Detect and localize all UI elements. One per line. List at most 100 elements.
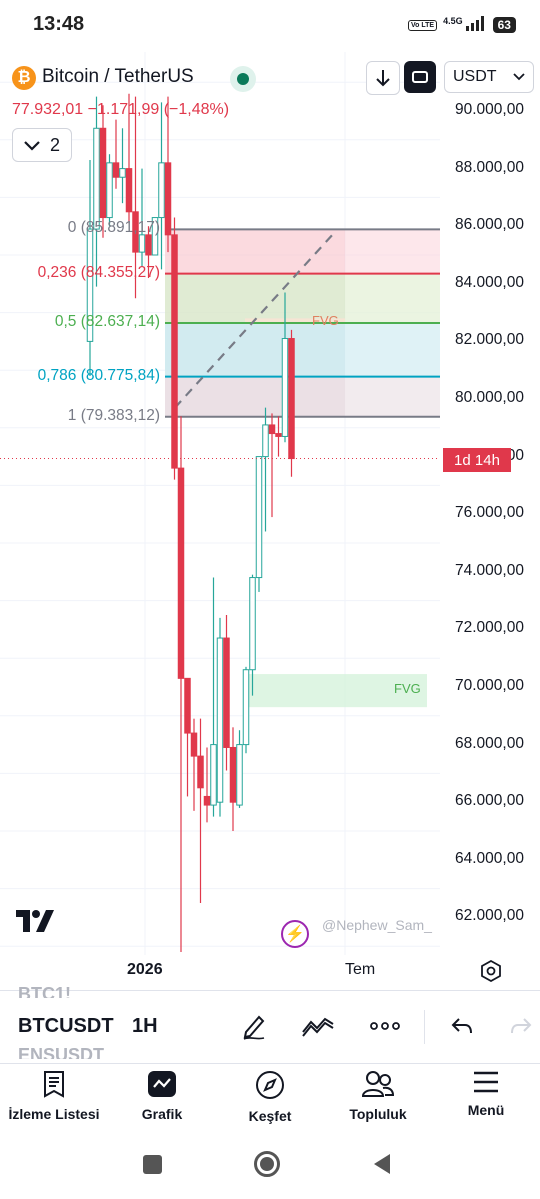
candle-body [203, 795, 211, 806]
tradingview-logo-icon[interactable] [16, 910, 58, 937]
candle-body [164, 162, 172, 236]
candle-body [106, 162, 113, 219]
price-axis-label: 90.000,00 [455, 101, 524, 118]
nav-community[interactable]: Topluluk [324, 1070, 432, 1122]
candle-body [99, 127, 107, 219]
interval-button[interactable]: 1H [132, 1015, 158, 1038]
indicator-count: 2 [49, 134, 60, 155]
fib-level-label: 1 (79.383,12) [67, 406, 160, 424]
candle [255, 456, 263, 592]
price-axis-label: 84.000,00 [455, 273, 524, 291]
fib-level-label: 0,786 (80.775,84) [37, 366, 160, 384]
undo-icon [451, 1018, 472, 1034]
fib-zone-red-ext [345, 229, 440, 274]
fib-zone-grey-ext [345, 376, 440, 417]
volte-icon: Vo LTE [408, 19, 438, 31]
nav-menu[interactable]: Menü [432, 1070, 540, 1118]
price-axis-label: 80.000,00 [455, 389, 524, 406]
fib-zone-grey [165, 376, 345, 417]
price-axis-label: 76.000,00 [455, 504, 524, 522]
x-axis-month: Tem [345, 961, 376, 978]
candle [106, 154, 113, 227]
pencil-icon [243, 1015, 265, 1040]
candle-body [197, 755, 204, 789]
nav-chart-label: Grafik [141, 1106, 183, 1122]
nav-explore[interactable]: Keşfet [216, 1070, 324, 1124]
candle-body [236, 744, 243, 806]
nav-chart[interactable]: Grafik [108, 1070, 216, 1122]
fullscreen-icon [412, 71, 428, 83]
candle-body [184, 677, 191, 734]
fib-zone-green-ext [345, 273, 440, 324]
indicators-button[interactable] [300, 1008, 336, 1044]
candle-body [177, 467, 185, 679]
symbol-next[interactable]: ENSUSDT [18, 1045, 110, 1059]
nav-watchlist-label: İzleme Listesi [8, 1106, 100, 1122]
fvg-label-upper: FVG [312, 313, 339, 328]
indicators-icon [302, 1017, 334, 1037]
candle-body [262, 424, 269, 458]
toolbar-divider [424, 1010, 425, 1044]
author-badge-icon: ⚡ [281, 920, 309, 948]
symbol-prev[interactable]: BTC1! [18, 984, 71, 998]
candle [203, 747, 211, 823]
back-button[interactable] [372, 1153, 392, 1180]
pair-title[interactable]: Bitcoin / TetherUS [42, 66, 194, 88]
nav-watchlist[interactable]: İzleme Listesi [0, 1070, 108, 1122]
candle [216, 617, 224, 817]
chevron-down-icon [513, 73, 525, 81]
drawing-tools-button[interactable] [236, 1008, 272, 1044]
candle-body [210, 744, 217, 806]
candle-body [145, 234, 152, 256]
candle [164, 96, 172, 253]
candle [268, 413, 276, 518]
candle-body [216, 637, 224, 803]
currency-value: USDT [453, 68, 497, 85]
currency-select[interactable]: USDT [444, 61, 534, 93]
recents-button[interactable] [143, 1155, 162, 1174]
candle-body [158, 162, 165, 219]
fib-level-label: 0,236 (84.355,27) [37, 263, 160, 281]
fib-level-label: 0 (85.891,17) [67, 219, 160, 237]
candle-body [125, 168, 133, 213]
undo-button[interactable] [444, 1008, 480, 1044]
candle [236, 730, 243, 808]
chart-settings-icon[interactable] [480, 959, 502, 987]
compass-icon [256, 1071, 284, 1099]
price-axis-label: 66.000,00 [455, 792, 524, 810]
signal-icon [465, 15, 487, 36]
status-indicators: Vo LTE 4.5G 63 [408, 14, 516, 36]
candle-body [281, 338, 289, 437]
x-axis-year: 2026 [127, 961, 163, 978]
market-status-icon[interactable] [230, 66, 256, 92]
price-change-value: −1.171,99 (−1,48%) [87, 101, 230, 118]
collapse-indicators-button[interactable]: 2 [12, 128, 72, 162]
candle [112, 119, 120, 189]
home-button[interactable] [254, 1151, 280, 1177]
candle [210, 577, 217, 817]
download-button[interactable] [366, 61, 400, 95]
bar-countdown: 1d 14h [443, 448, 511, 472]
status-time: 13:48 [33, 13, 85, 35]
candle [171, 217, 178, 480]
candle [197, 718, 204, 903]
price-change: 77.932,01 −1.171,99 (−1,48%) [12, 101, 229, 119]
candle [223, 615, 230, 771]
candle [177, 416, 185, 952]
price-axis-label: 86.000,00 [455, 216, 524, 234]
price-axis-label: 82.000,00 [455, 331, 524, 349]
fullscreen-button[interactable] [404, 61, 436, 93]
candle-body [190, 732, 198, 757]
candle-body [268, 424, 276, 435]
price-axis-label: 70.000,00 [455, 677, 524, 694]
redo-icon [511, 1018, 532, 1034]
watermark-text: @Nephew_Sam_ [322, 917, 432, 933]
candle-body [112, 162, 120, 178]
nav-community-label: Topluluk [349, 1106, 407, 1122]
redo-button[interactable] [510, 1008, 540, 1044]
symbol-current[interactable]: BTCUSDT [18, 1015, 114, 1038]
candle [158, 102, 165, 270]
more-options-button[interactable] [367, 1008, 403, 1044]
candle-body [119, 168, 126, 178]
menu-icon [474, 1071, 498, 1093]
